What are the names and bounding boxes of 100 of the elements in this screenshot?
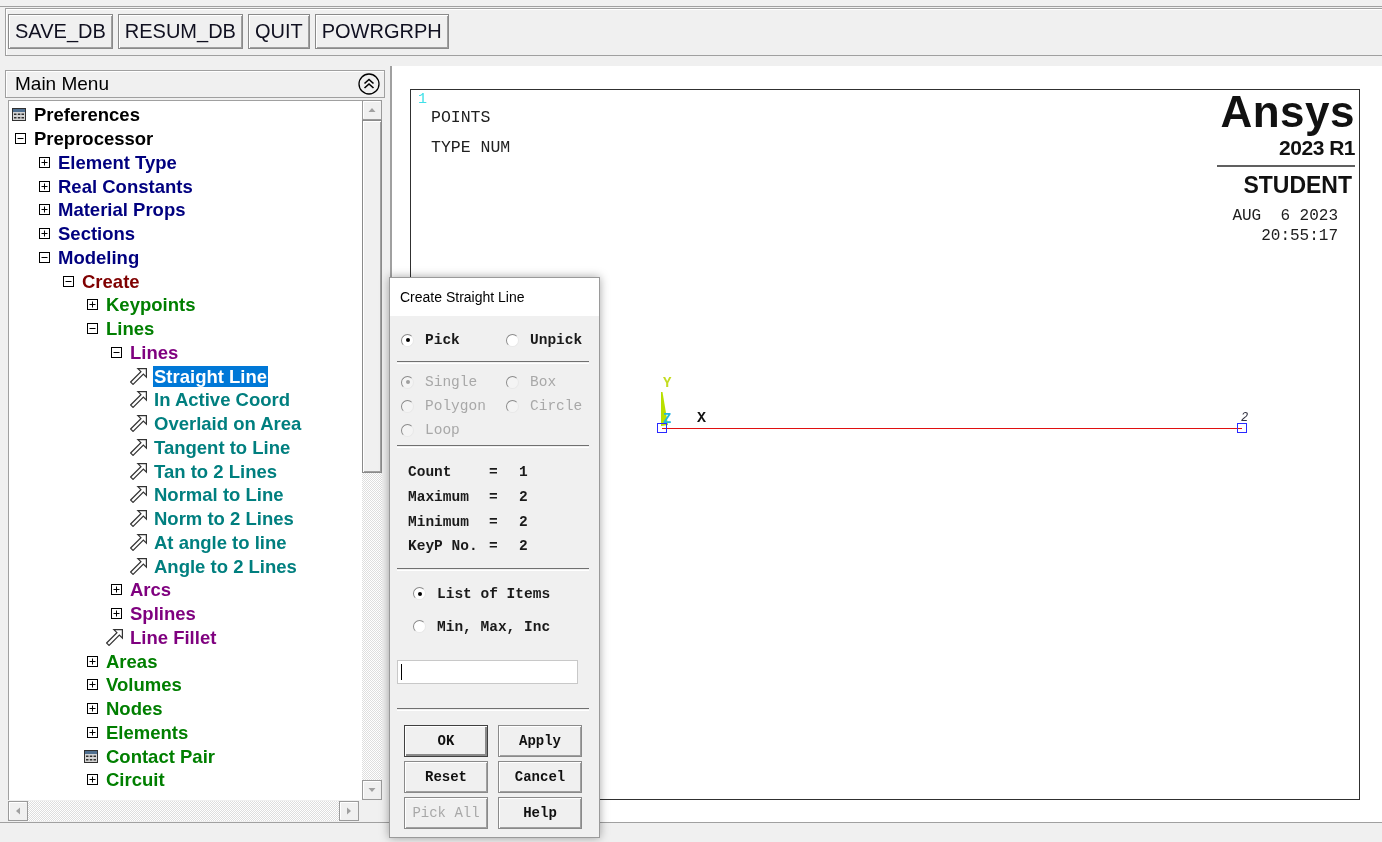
input-field[interactable] [397, 659, 578, 684]
arrow-icon [106, 628, 123, 646]
collapse-icon[interactable] [358, 73, 380, 95]
plus-box-icon[interactable] [111, 608, 122, 620]
radio-option[interactable]: Pick [401, 328, 460, 352]
equals-sign: = [489, 464, 498, 481]
plus-box-icon[interactable] [39, 180, 50, 192]
dialog-button[interactable]: Help [498, 796, 582, 829]
plus-box-icon[interactable] [39, 228, 50, 240]
toolbar-button[interactable]: RESUM_DB [117, 14, 243, 49]
toolbar-button[interactable]: SAVE_DB [8, 14, 113, 49]
menu-item[interactable]: Norm to 2 Lines [153, 508, 295, 530]
axis-label: Z [663, 413, 672, 425]
menu-item[interactable]: Real Constants [57, 175, 194, 197]
minus-box-icon[interactable] [39, 251, 50, 263]
plus-box-icon[interactable] [111, 584, 122, 596]
plus-box-icon[interactable] [87, 726, 98, 738]
scroll-left-button[interactable] [8, 801, 28, 821]
menu-item[interactable]: Normal to Line [153, 484, 285, 506]
dialog-button[interactable]: Reset [404, 760, 488, 793]
keypoint-marker [1237, 423, 1247, 433]
radio-option[interactable]: Unpick [506, 328, 583, 352]
scroll-right-button[interactable] [339, 801, 359, 821]
menu-item[interactable]: Sections [57, 223, 137, 245]
scroll-thumb[interactable] [362, 120, 382, 473]
stat-value: 2 [519, 513, 528, 530]
equals-sign: = [489, 489, 498, 505]
arrow-icon [130, 415, 147, 433]
arrow-icon [130, 438, 147, 456]
menu-item[interactable]: Angle to 2 Lines [153, 555, 298, 577]
menu-item[interactable]: Tan to 2 Lines [153, 460, 278, 482]
menu-item[interactable]: Contact Pair [105, 745, 216, 767]
stat-label: KeyP No. [408, 538, 478, 555]
stat-value: 1 [519, 464, 528, 481]
calculator-icon [84, 749, 98, 763]
menu-item[interactable]: Preprocessor [33, 128, 155, 150]
minus-box-icon[interactable] [111, 346, 122, 358]
arrow-icon [130, 462, 147, 480]
axis-label: Y [663, 377, 672, 389]
plus-box-icon[interactable] [87, 299, 98, 311]
calculator-icon [12, 108, 26, 122]
plus-box-icon[interactable] [39, 156, 50, 168]
dialog-button[interactable]: Apply [498, 724, 582, 757]
radio-option[interactable]: Min, Max, Inc [413, 614, 551, 639]
dialog-title: Create Straight Line [390, 278, 599, 316]
stat-label: Count [408, 464, 452, 481]
axis-label: X [697, 413, 706, 425]
arrow-icon [130, 533, 147, 551]
radio-option[interactable]: List of Items [413, 581, 551, 606]
scroll-up-button[interactable] [362, 100, 382, 120]
keypoint-label: 2 [1241, 413, 1249, 424]
dialog-button[interactable]: OK [404, 724, 488, 757]
stat-value: 2 [519, 489, 528, 505]
plus-box-icon[interactable] [87, 655, 98, 667]
menu-item[interactable]: Volumes [105, 674, 183, 696]
scroll-down-button[interactable] [362, 780, 382, 800]
panel-title: Main Menu [15, 73, 109, 95]
menu-item[interactable]: Splines [129, 603, 197, 625]
menu-item[interactable]: Preferences [33, 104, 141, 126]
menu-item[interactable]: Element Type [57, 151, 178, 173]
legend-text: POINTS [431, 107, 491, 129]
arrow-icon [130, 557, 147, 575]
keypoint-marker [657, 423, 667, 433]
menu-item[interactable]: Overlaid on Area [153, 413, 303, 435]
minus-box-icon[interactable] [87, 323, 98, 335]
menu-item[interactable]: Circuit [105, 769, 166, 791]
menu-item[interactable]: Elements [105, 721, 190, 743]
arrow-icon [130, 367, 147, 385]
plus-box-icon[interactable] [39, 204, 50, 216]
edition-label: STUDENT [1243, 172, 1352, 198]
date-label: AUG 6 2023 [1232, 206, 1338, 226]
menu-item[interactable]: Tangent to Line [153, 436, 292, 458]
minus-box-icon[interactable] [15, 133, 26, 145]
menu-item[interactable]: Lines [105, 318, 156, 340]
toolbar-button[interactable]: POWRGRPH [314, 14, 449, 49]
arrow-icon [130, 391, 147, 409]
window-number: 1 [418, 92, 427, 107]
time-label: 20:55:17 [1261, 226, 1338, 246]
arrow-icon [130, 510, 147, 528]
menu-item[interactable]: In Active Coord [153, 389, 292, 411]
menu-item[interactable]: Lines [129, 341, 180, 363]
menu-item[interactable]: Create [81, 270, 141, 292]
menu-item[interactable]: Straight Line [153, 365, 269, 387]
menu-item[interactable]: Modeling [57, 246, 141, 268]
dialog-button[interactable]: Cancel [498, 760, 582, 793]
menu-item[interactable]: Nodes [105, 698, 164, 720]
equals-sign: = [489, 538, 498, 555]
stat-label: Minimum [408, 513, 469, 530]
toolbar-button[interactable]: QUIT [247, 14, 310, 49]
minus-box-icon[interactable] [63, 275, 74, 287]
plus-box-icon[interactable] [87, 679, 98, 691]
menu-item[interactable]: At angle to line [153, 531, 288, 553]
menu-item[interactable]: Arcs [129, 579, 173, 601]
menu-item[interactable]: Material Props [57, 199, 187, 221]
plus-box-icon[interactable] [87, 774, 98, 786]
menu-item[interactable]: Keypoints [105, 294, 197, 316]
menu-item[interactable]: Areas [105, 650, 159, 672]
stat-label: Maximum [408, 489, 469, 505]
menu-item[interactable]: Line Fillet [129, 626, 218, 648]
plus-box-icon[interactable] [87, 703, 98, 715]
